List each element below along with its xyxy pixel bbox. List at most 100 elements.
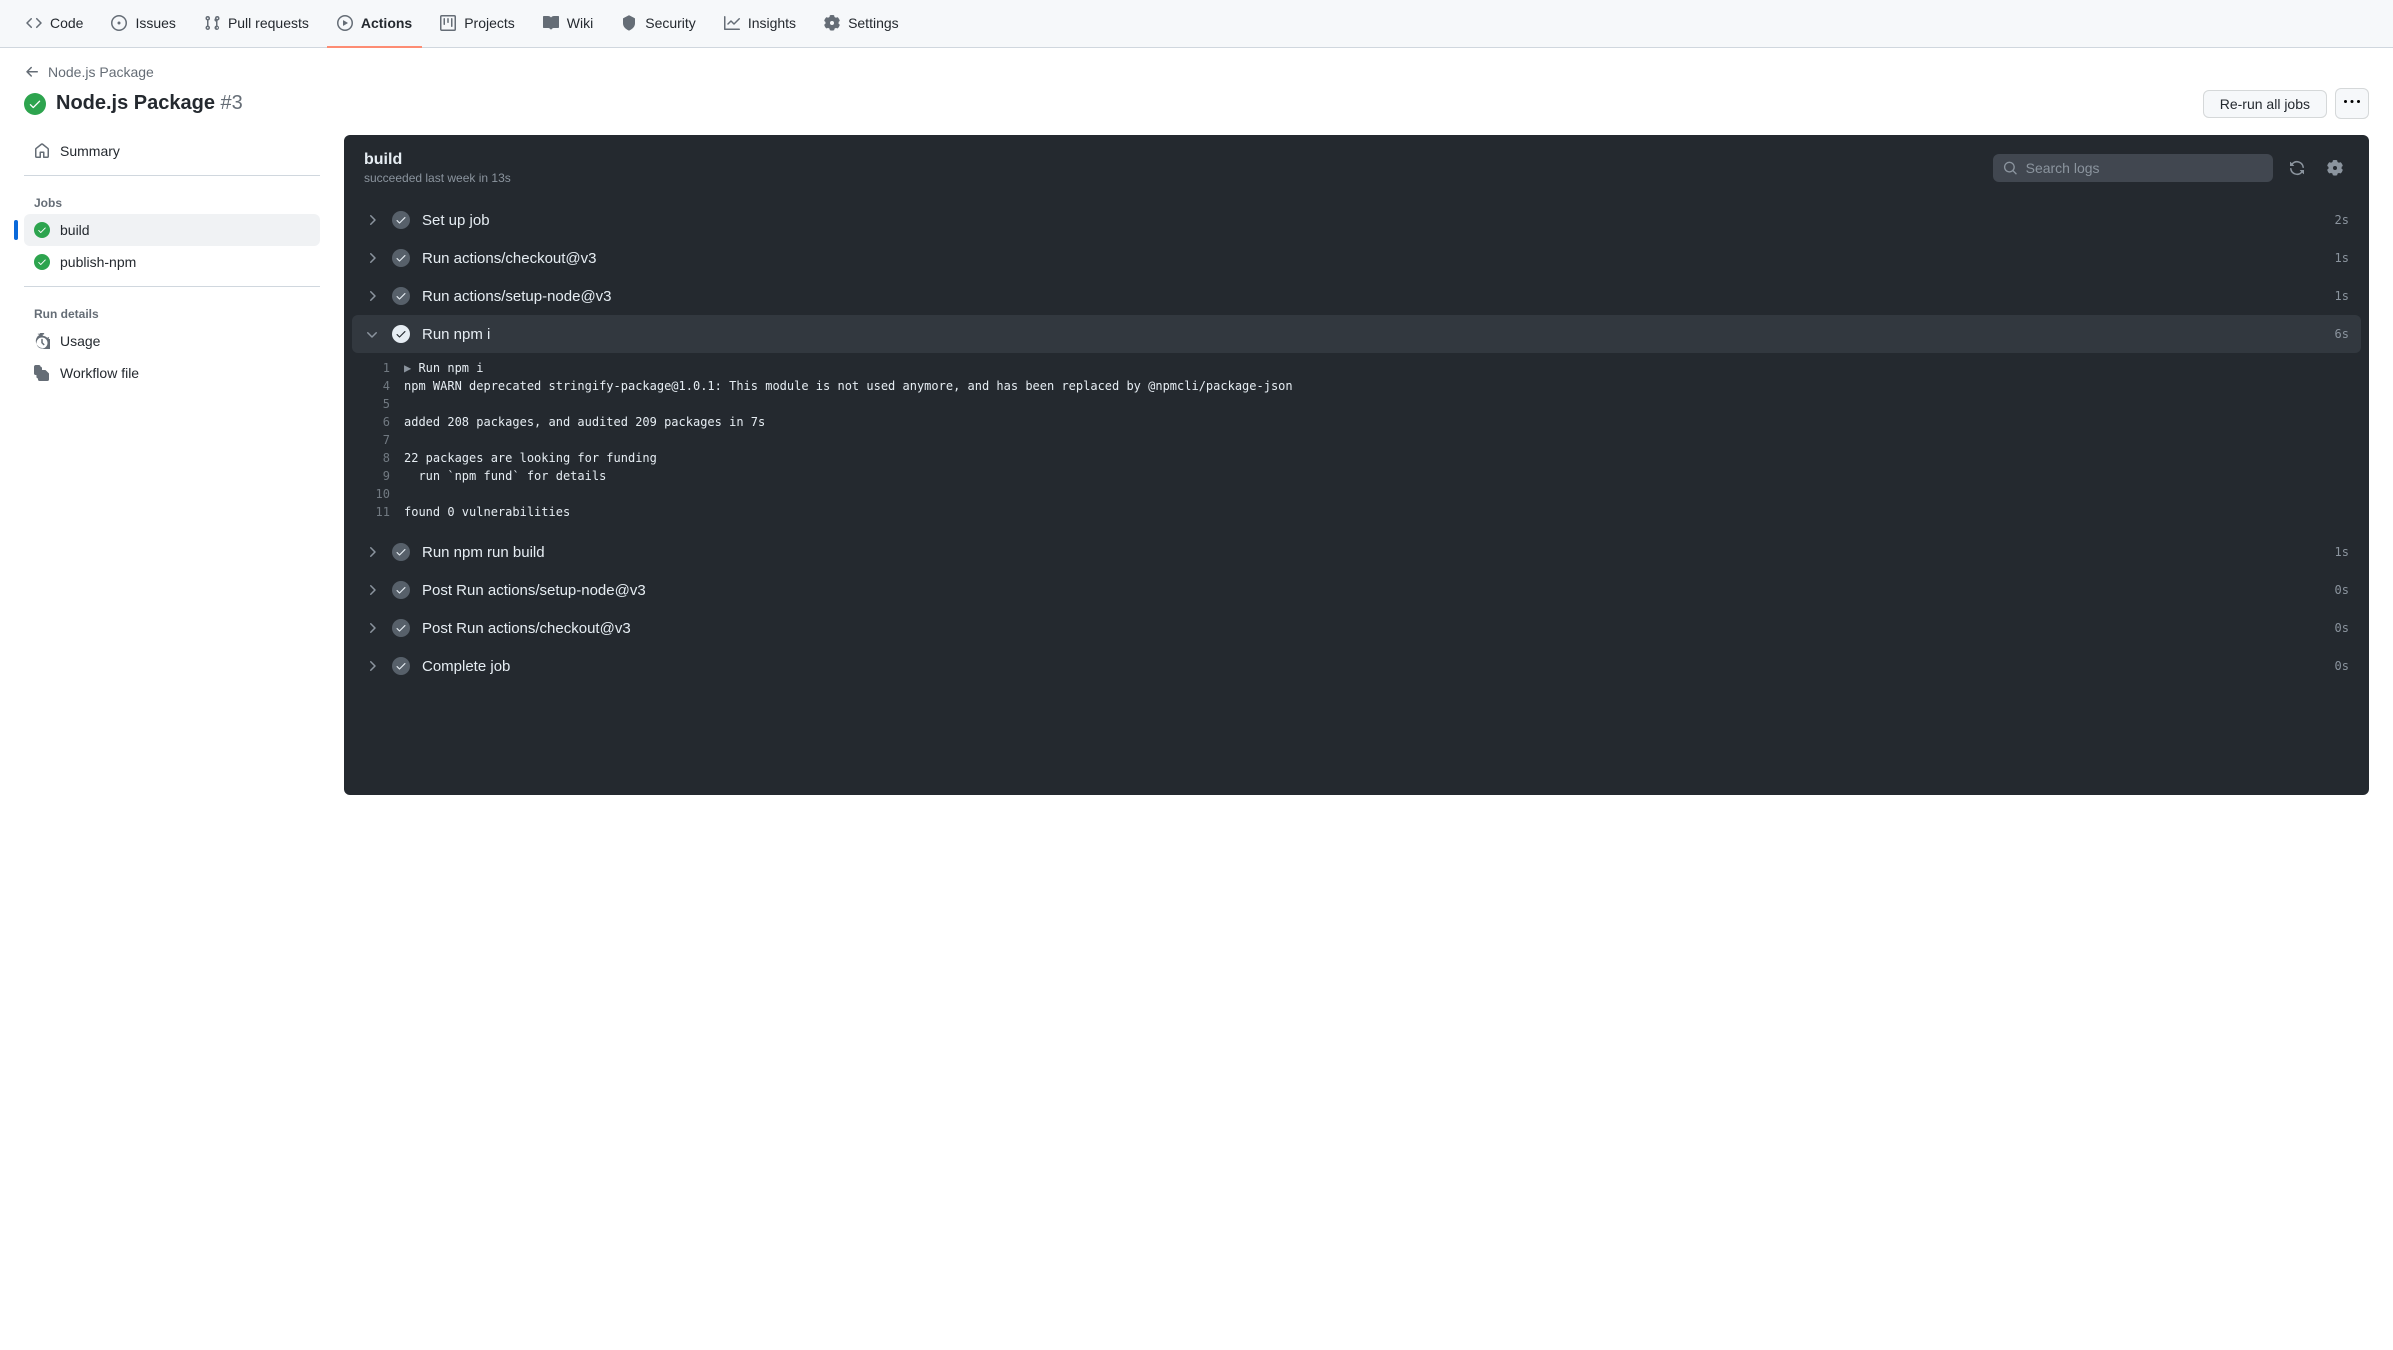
step-name: Run npm run build (422, 544, 2335, 561)
step-name: Run npm i (422, 326, 2335, 343)
step-row[interactable]: Post Run actions/checkout@v30s (344, 609, 2369, 647)
line-text: 22 packages are looking for funding (404, 451, 657, 465)
job-label: build (60, 222, 90, 238)
step-duration: 2s (2335, 213, 2349, 227)
step-duration: 0s (2335, 621, 2349, 635)
refresh-button[interactable] (2283, 154, 2311, 182)
home-icon (34, 143, 50, 159)
nav-issues[interactable]: Issues (101, 0, 185, 48)
nav-code[interactable]: Code (16, 0, 93, 48)
log-panel: build succeeded last week in 13s Set up … (344, 135, 2369, 795)
sidebar-summary-label: Summary (60, 143, 120, 159)
step-duration: 1s (2335, 251, 2349, 265)
sidebar-usage-label: Usage (60, 333, 100, 349)
chevron-right-icon (364, 212, 380, 228)
step-row[interactable]: Run actions/setup-node@v31s (344, 277, 2369, 315)
line-text: added 208 packages, and audited 209 pack… (404, 415, 765, 429)
chevron-right-icon (364, 288, 380, 304)
nav-insights[interactable]: Insights (714, 0, 806, 48)
nav-projects[interactable]: Projects (430, 0, 525, 48)
nav-label: Pull requests (228, 15, 309, 31)
nav-label: Insights (748, 15, 796, 31)
breadcrumb-parent[interactable]: Node.js Package (48, 64, 154, 80)
step-duration: 1s (2335, 289, 2349, 303)
line-number: 9 (364, 469, 404, 483)
step-name: Complete job (422, 658, 2335, 675)
line-text: run `npm fund` for details (404, 469, 606, 483)
nav-settings[interactable]: Settings (814, 0, 909, 48)
run-title: Node.js Package #3 (24, 92, 243, 115)
search-logs-input[interactable] (2026, 160, 2263, 176)
search-icon (2003, 160, 2018, 176)
book-icon (543, 15, 559, 31)
step-duration: 1s (2335, 545, 2349, 559)
nav-pull-requests[interactable]: Pull requests (194, 0, 319, 48)
log-line: 822 packages are looking for funding (352, 449, 2361, 467)
step-name: Post Run actions/setup-node@v3 (422, 582, 2335, 599)
check-circle-icon (392, 287, 410, 305)
run-details-heading: Run details (24, 299, 320, 325)
step-row[interactable]: Run actions/checkout@v31s (344, 239, 2369, 277)
chevron-right-icon (364, 582, 380, 598)
line-text: npm WARN deprecated stringify-package@1.… (404, 379, 1293, 393)
chevron-right-icon (364, 620, 380, 636)
step-name: Post Run actions/checkout@v3 (422, 620, 2335, 637)
check-circle-icon (392, 249, 410, 267)
chevron-right-icon (364, 250, 380, 266)
breadcrumb[interactable]: Node.js Package (24, 64, 2369, 80)
nav-security[interactable]: Security (611, 0, 706, 48)
log-line: 4npm WARN deprecated stringify-package@1… (352, 377, 2361, 395)
project-icon (440, 15, 456, 31)
nav-label: Actions (361, 15, 412, 31)
check-circle-icon (392, 543, 410, 561)
sidebar-summary[interactable]: Summary (24, 135, 320, 167)
step-duration: 0s (2335, 583, 2349, 597)
sidebar-job-build[interactable]: build (24, 214, 320, 246)
job-title: build (364, 151, 511, 169)
log-line: 11found 0 vulnerabilities (352, 503, 2361, 521)
sidebar-workflow-file-label: Workflow file (60, 365, 139, 381)
check-circle-icon (392, 619, 410, 637)
line-number: 1 (364, 361, 404, 375)
nav-wiki[interactable]: Wiki (533, 0, 603, 48)
repo-nav: Code Issues Pull requests Actions Projects Wi… (0, 0, 2393, 48)
step-row[interactable]: Set up job2s (344, 201, 2369, 239)
issue-icon (111, 15, 127, 31)
line-text: found 0 vulnerabilities (404, 505, 570, 519)
arrow-left-icon (24, 64, 40, 80)
sidebar-usage[interactable]: Usage (24, 325, 320, 357)
line-number: 7 (364, 433, 404, 447)
workflow-file-icon (34, 365, 50, 381)
log-line: 6added 208 packages, and audited 209 pac… (352, 413, 2361, 431)
page-header: Node.js Package Node.js Package #3 Re-ru… (0, 48, 2393, 119)
nav-label: Projects (464, 15, 515, 31)
gear-icon (2327, 160, 2343, 176)
log-line: 7 (352, 431, 2361, 449)
log-line: 9 run `npm fund` for details (352, 467, 2361, 485)
settings-button[interactable] (2321, 154, 2349, 182)
log-line: 1Run npm i (352, 359, 2361, 377)
search-logs-wrap[interactable] (1993, 154, 2273, 182)
line-number: 11 (364, 505, 404, 519)
check-circle-icon (34, 222, 50, 238)
check-circle-icon (392, 657, 410, 675)
step-row[interactable]: Complete job0s (344, 647, 2369, 685)
nav-label: Settings (848, 15, 899, 31)
log-line: 10 (352, 485, 2361, 503)
check-circle-icon (392, 211, 410, 229)
step-row[interactable]: Post Run actions/setup-node@v30s (344, 571, 2369, 609)
rerun-all-button[interactable]: Re-run all jobs (2203, 90, 2327, 118)
line-number: 10 (364, 487, 404, 501)
sidebar-workflow-file[interactable]: Workflow file (24, 357, 320, 389)
sidebar-job-publish-npm[interactable]: publish-npm (24, 246, 320, 278)
step-row[interactable]: Run npm run build1s (344, 533, 2369, 571)
run-number: #3 (221, 92, 243, 114)
more-actions-button[interactable] (2335, 88, 2369, 119)
shield-icon (621, 15, 637, 31)
nav-actions[interactable]: Actions (327, 0, 422, 48)
nav-label: Code (50, 15, 83, 31)
jobs-heading: Jobs (24, 188, 320, 214)
kebab-icon (2344, 94, 2360, 110)
nav-label: Wiki (567, 15, 593, 31)
step-row[interactable]: Run npm i6s (352, 315, 2361, 353)
